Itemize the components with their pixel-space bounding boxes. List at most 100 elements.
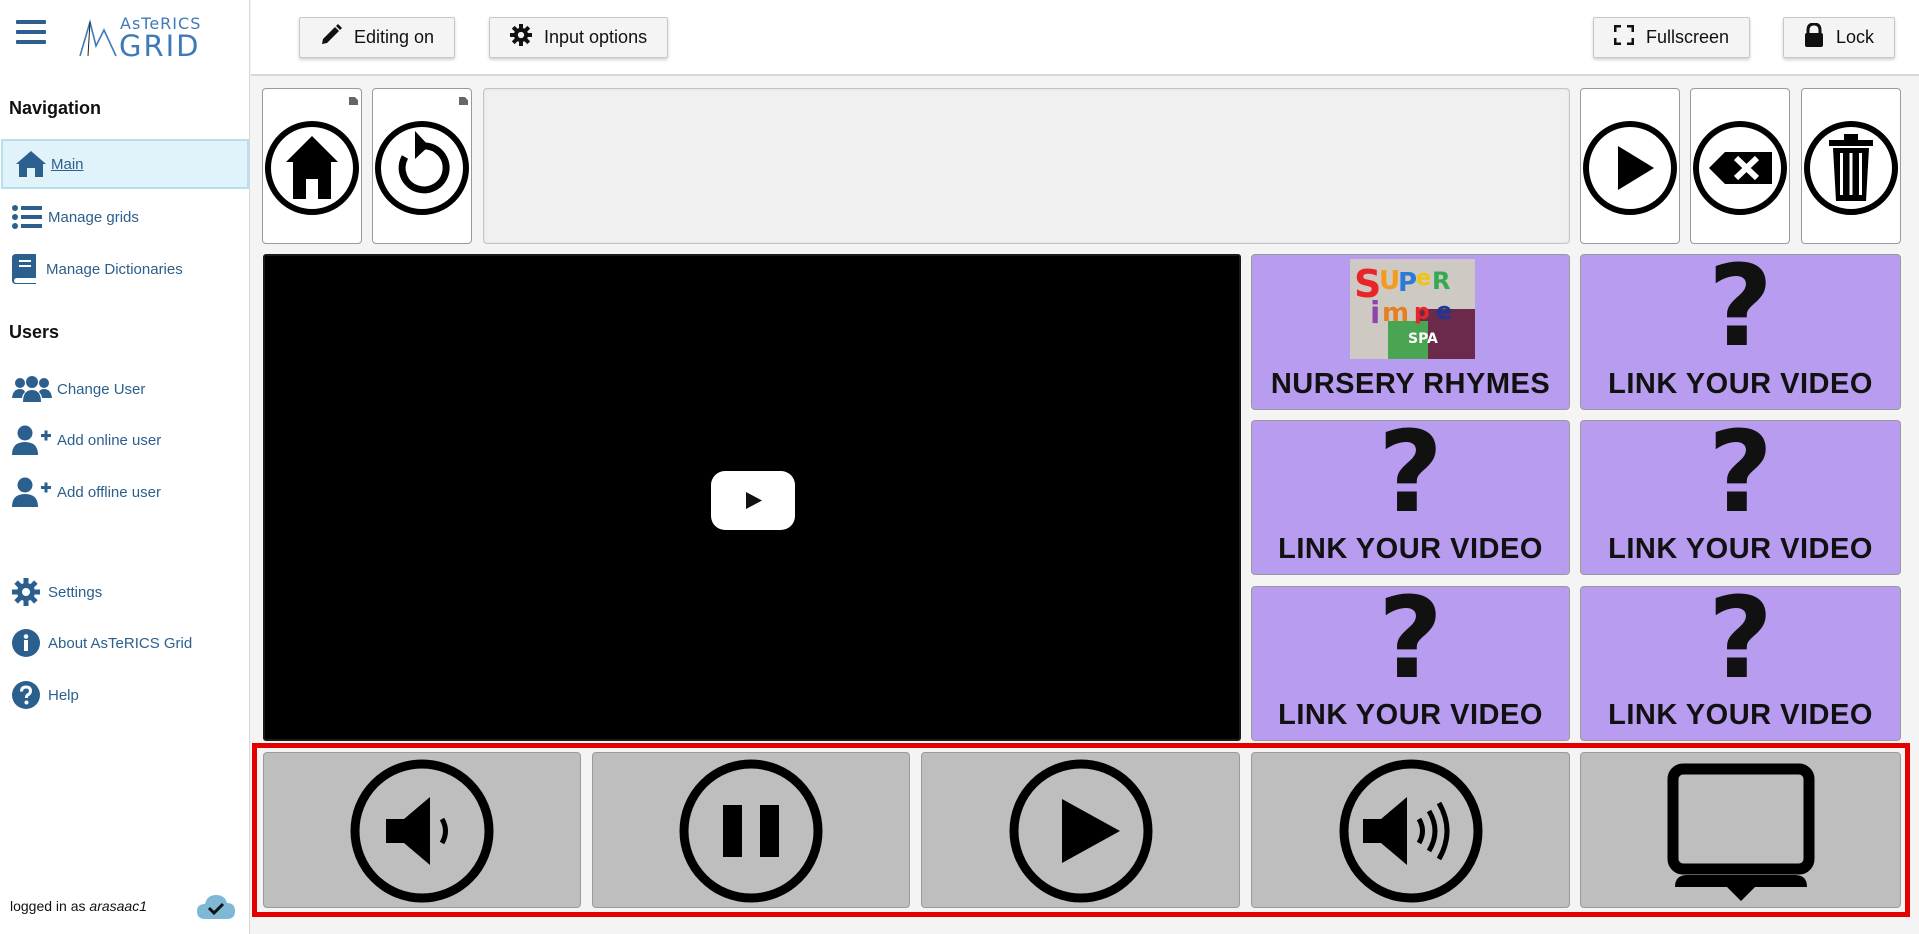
youtube-play-button[interactable] — [711, 471, 795, 530]
video-cell-label: LINK YOUR VIDEO — [1608, 368, 1873, 400]
volume-up-circle-icon — [1252, 757, 1569, 905]
pause-button[interactable] — [592, 752, 910, 908]
asterics-grid-app: AsTeRICS GRID Navigation Main Manage gri… — [0, 0, 1919, 934]
gear-icon — [510, 24, 532, 51]
hamburger-menu-icon[interactable] — [16, 20, 46, 48]
video-cell-link[interactable]: ? LINK YOUR VIDEO — [1580, 254, 1901, 410]
sidebar-item-add-online-user[interactable]: Add online user — [0, 415, 250, 465]
sidebar-item-help[interactable]: Help — [0, 670, 250, 720]
editing-on-label: Editing on — [354, 27, 435, 47]
fullscreen-button[interactable]: Fullscreen — [1593, 17, 1751, 58]
lock-label: Lock — [1836, 27, 1875, 47]
video-cell-link[interactable]: ? LINK YOUR VIDEO — [1580, 420, 1901, 575]
video-cell-link[interactable]: ? LINK YOUR VIDEO — [1251, 586, 1570, 741]
pause-circle-icon — [593, 757, 909, 905]
question-mark-icon: ? — [1708, 586, 1773, 704]
svg-text:R: R — [1432, 267, 1450, 295]
back-grid-button[interactable] — [372, 88, 472, 244]
svg-text:e: e — [1416, 266, 1431, 291]
trash-circle-icon — [1802, 119, 1900, 217]
sidebar-item-label: Main — [51, 155, 84, 173]
question-icon — [12, 681, 48, 709]
svg-text:p: p — [1414, 300, 1430, 325]
lock-button[interactable]: Lock — [1783, 17, 1896, 58]
fullscreen-label: Fullscreen — [1646, 27, 1730, 47]
svg-text:e: e — [1436, 297, 1452, 325]
cloud-check-icon[interactable] — [196, 892, 236, 920]
collected-text-bar[interactable] — [483, 88, 1570, 244]
navigation-marker-icon — [349, 97, 358, 105]
users-icon — [12, 376, 57, 402]
undo-circle-icon — [373, 119, 471, 217]
sidebar-item-manage-grids[interactable]: Manage grids — [0, 192, 250, 242]
pencil-icon — [320, 24, 342, 51]
logged-in-status: logged in as arasaac1 — [10, 898, 147, 914]
home-circle-icon — [263, 119, 361, 217]
user-plus-icon — [12, 425, 57, 455]
sidebar-item-label: Manage grids — [48, 208, 139, 226]
play-circle-icon — [1581, 119, 1679, 217]
navigation-heading: Navigation — [9, 98, 102, 118]
logged-in-username: arasaac1 — [89, 898, 147, 914]
clear-button[interactable] — [1801, 88, 1901, 244]
question-mark-icon: ? — [1378, 586, 1443, 704]
input-options-label: Input options — [544, 27, 648, 47]
play-button[interactable] — [921, 752, 1240, 908]
editing-on-button[interactable]: Editing on — [299, 17, 456, 58]
top-toolbar: Editing on Input options Fullscreen Lock — [251, 0, 1919, 76]
sidebar-item-label: Help — [48, 686, 79, 704]
svg-text:i: i — [1370, 296, 1380, 331]
question-mark-icon: ? — [1708, 420, 1773, 538]
youtube-video-player[interactable] — [263, 254, 1241, 741]
sidebar-item-add-offline-user[interactable]: Add offline user — [0, 467, 250, 517]
home-icon — [15, 150, 51, 178]
navigation-marker-icon — [459, 97, 468, 105]
video-cell-link[interactable]: ? LINK YOUR VIDEO — [1580, 586, 1901, 741]
home-grid-button[interactable] — [262, 88, 362, 244]
volume-down-button[interactable] — [263, 752, 581, 908]
gear-icon — [12, 578, 48, 606]
video-cell-link[interactable]: ? LINK YOUR VIDEO — [1251, 420, 1570, 575]
sidebar-item-label: Add online user — [57, 431, 162, 449]
input-options-button[interactable]: Input options — [489, 17, 669, 58]
svg-text:U: U — [1379, 266, 1400, 296]
backspace-circle-icon — [1691, 119, 1789, 217]
svg-text:P: P — [1398, 268, 1417, 298]
info-icon — [12, 629, 48, 657]
speak-button[interactable] — [1580, 88, 1680, 244]
backspace-button[interactable] — [1690, 88, 1790, 244]
list-icon — [12, 205, 48, 229]
fullscreen-video-button[interactable] — [1580, 752, 1901, 908]
video-cell-label: NURSERY RHYMES — [1270, 368, 1551, 400]
sidebar: AsTeRICS GRID Navigation Main Manage gri… — [0, 0, 250, 934]
sidebar-item-label: Change User — [57, 380, 146, 398]
video-cell-label: LINK YOUR VIDEO — [1278, 699, 1543, 731]
play-circle-icon — [922, 757, 1239, 905]
video-cell-label: LINK YOUR VIDEO — [1608, 699, 1873, 731]
question-mark-icon: ? — [1378, 420, 1443, 538]
video-cell-label: LINK YOUR VIDEO — [1608, 533, 1873, 565]
sidebar-item-label: Settings — [48, 583, 103, 601]
monitor-icon — [1581, 761, 1900, 903]
volume-down-circle-icon — [264, 757, 580, 905]
volume-up-button[interactable] — [1251, 752, 1570, 908]
sidebar-item-change-user[interactable]: Change User — [0, 364, 250, 414]
sidebar-item-settings[interactable]: Settings — [0, 567, 250, 617]
sidebar-item-main[interactable]: Main — [1, 139, 249, 189]
sidebar-item-label: Add offline user — [57, 483, 161, 501]
video-cell-nursery-rhymes[interactable]: S U P e R i m p e SPA NURSERY RHYMES — [1251, 254, 1570, 410]
book-icon — [12, 254, 46, 284]
sidebar-item-label: Manage Dictionaries — [46, 260, 183, 278]
users-heading: Users — [9, 322, 60, 342]
super-simple-thumbnail: S U P e R i m p e SPA — [1350, 259, 1475, 359]
sidebar-item-label: About AsTeRICS Grid — [48, 634, 193, 652]
asterics-grid-logo: AsTeRICS GRID — [76, 12, 206, 63]
sidebar-item-manage-dictionaries[interactable]: Manage Dictionaries — [0, 244, 250, 294]
lock-icon — [1804, 22, 1824, 52]
logo-bottom-text: GRID — [119, 29, 201, 63]
video-cell-label: LINK YOUR VIDEO — [1278, 533, 1543, 565]
logged-in-prefix: logged in as — [10, 898, 86, 914]
svg-text:m: m — [1382, 298, 1409, 328]
question-mark-icon: ? — [1708, 254, 1773, 372]
sidebar-item-about[interactable]: About AsTeRICS Grid — [0, 618, 250, 668]
